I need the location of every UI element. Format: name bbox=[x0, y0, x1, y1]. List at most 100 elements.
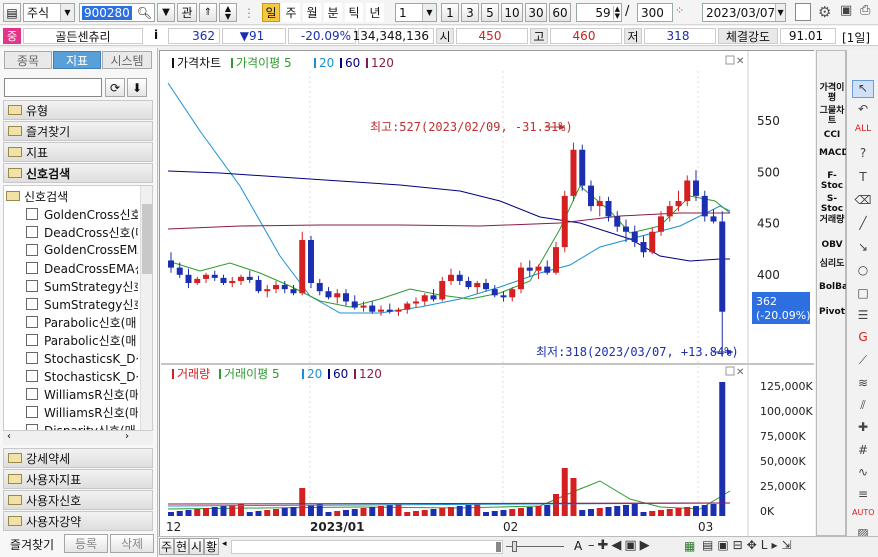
spin-icon[interactable]: ▲ ▼ bbox=[612, 5, 621, 20]
tab-status[interactable]: 황 bbox=[204, 538, 219, 555]
grid-icon[interactable]: # bbox=[852, 443, 874, 461]
interval-select[interactable]: 1 ▼ bbox=[395, 3, 437, 22]
all-erase-icon[interactable]: ALL bbox=[852, 124, 874, 142]
tab-indicators[interactable]: 지표 bbox=[53, 51, 101, 69]
dropdown-button[interactable]: ▼ bbox=[157, 3, 175, 22]
channel-icon[interactable]: ⫽ bbox=[852, 398, 874, 416]
delete-button[interactable]: 삭제 bbox=[110, 534, 154, 553]
indicator-net[interactable]: 그물차트 bbox=[819, 106, 845, 126]
folder-user-signals[interactable]: 사용자신호 bbox=[3, 490, 153, 510]
tree-item[interactable]: DeadCross신호(매 bbox=[26, 223, 138, 241]
checkbox[interactable] bbox=[26, 226, 38, 238]
arrow-line-icon[interactable]: ↘ bbox=[852, 240, 874, 258]
horizontal-lines-icon[interactable]: ☰ bbox=[852, 308, 874, 326]
period-month-button[interactable]: 월 bbox=[303, 3, 321, 22]
tab-current[interactable]: 현 bbox=[174, 538, 189, 555]
period-day-button[interactable]: 일 bbox=[262, 3, 280, 22]
download-icon[interactable]: ⬇ bbox=[127, 78, 147, 97]
checkbox[interactable] bbox=[26, 280, 38, 292]
refresh-icon[interactable]: ⟳ bbox=[105, 78, 125, 97]
checkbox[interactable] bbox=[26, 244, 38, 256]
chart-tools-icons[interactable]: ▤▣⊟✥L▸⇲ bbox=[702, 538, 796, 552]
tree-item[interactable]: SumStrategy신호 bbox=[26, 277, 138, 295]
checkbox[interactable] bbox=[26, 352, 38, 364]
indicator-volume[interactable]: 거래량 bbox=[819, 215, 845, 225]
indicator-sstoc[interactable]: S-Stoc bbox=[819, 194, 845, 214]
code-input[interactable]: 900280 🔍︎ bbox=[79, 3, 155, 22]
folder-favorites[interactable]: 즐겨찾기 bbox=[3, 121, 153, 141]
checkbox[interactable] bbox=[26, 334, 38, 346]
text-icon[interactable]: T bbox=[852, 170, 874, 188]
date-select[interactable]: 2023/03/07 ▼ bbox=[702, 3, 786, 22]
folder-indicators[interactable]: 지표 bbox=[3, 142, 153, 162]
indicator-pivot[interactable]: Pivot bbox=[819, 307, 845, 317]
eraser-icon[interactable]: ⌫ bbox=[852, 193, 874, 211]
zoom-controls[interactable]: –✚◀▣▶ bbox=[588, 538, 653, 553]
checkbox[interactable] bbox=[26, 298, 38, 310]
horizontal-scrollbar[interactable] bbox=[231, 540, 503, 554]
cursor-icon[interactable]: ↖ bbox=[852, 80, 874, 98]
tab-market[interactable]: 시 bbox=[189, 538, 204, 555]
chart-area[interactable]: 가격차트 가격이평 5 20 60 120 거래량 거래이평 5 20 60 120 최고:527… bbox=[159, 50, 815, 537]
period-minute-button[interactable]: 분 bbox=[324, 3, 342, 22]
wave-icon[interactable]: ∿ bbox=[852, 465, 874, 483]
help-icon[interactable]: ? bbox=[852, 146, 874, 164]
market-select[interactable]: 주식 ▼ bbox=[23, 3, 75, 22]
cross-icon[interactable]: ✚ bbox=[852, 420, 874, 438]
indicator-bolband[interactable]: BolBand bbox=[819, 282, 861, 292]
stock-chart[interactable]: 가격차트 가격이평 5 20 60 120 거래량 거래이평 5 20 60 120 최고:527… bbox=[160, 51, 815, 537]
indicator-ma[interactable]: 가격이평 bbox=[819, 83, 845, 103]
auto-icon[interactable]: AUTO bbox=[852, 508, 875, 526]
tree-item[interactable]: SumStrategy신호 bbox=[26, 295, 138, 313]
tab-stock-info[interactable]: 주 bbox=[159, 538, 174, 555]
checkbox[interactable] bbox=[26, 370, 38, 382]
favorites-button[interactable]: 즐겨찾기 bbox=[3, 534, 61, 554]
folder-type[interactable]: 유형 bbox=[3, 100, 153, 120]
up-arrow-button[interactable]: ⇑ bbox=[199, 3, 217, 22]
checkbox[interactable] bbox=[26, 388, 38, 400]
fibonacci-icon[interactable]: ≋ bbox=[852, 376, 874, 394]
tab-system[interactable]: 시스템 bbox=[102, 51, 152, 69]
rectangle-icon[interactable]: □ bbox=[852, 286, 874, 304]
circle-icon[interactable]: ○ bbox=[852, 263, 874, 281]
level-icon[interactable]: ≡ bbox=[852, 487, 874, 505]
gear-icon[interactable]: ⚙ bbox=[818, 3, 836, 21]
menu-icon[interactable]: ▤ bbox=[3, 3, 21, 22]
spin-button[interactable]: ▲ ▼ bbox=[219, 3, 237, 22]
tree-item[interactable]: DeadCrossEMA신 bbox=[26, 259, 138, 277]
line-icon[interactable]: ╱ bbox=[852, 216, 874, 234]
quick-1-button[interactable]: 1 bbox=[441, 3, 459, 22]
tab-stocks[interactable]: 종목 bbox=[4, 51, 52, 69]
checkbox[interactable] bbox=[26, 208, 38, 220]
checkbox[interactable] bbox=[26, 406, 38, 418]
tree-item[interactable]: StochasticsK_D신 bbox=[26, 349, 138, 367]
tree-item[interactable]: WilliamsR신호(매 bbox=[26, 403, 138, 421]
undo-icon[interactable]: ↶ bbox=[852, 102, 874, 120]
quick-10-button[interactable]: 10 bbox=[501, 3, 523, 22]
indicator-psych[interactable]: 심리도 bbox=[819, 259, 845, 269]
tree-item[interactable]: StochasticsK_D신 bbox=[26, 367, 138, 385]
tree-item[interactable]: Parabolic신호(매 bbox=[26, 313, 138, 331]
info-icon[interactable]: i bbox=[150, 28, 162, 44]
folder-user-strength[interactable]: 사용자강약 bbox=[3, 511, 153, 531]
checkbox[interactable] bbox=[26, 316, 38, 328]
zoom-slider[interactable] bbox=[506, 539, 566, 555]
tree-root[interactable]: 신호검색 bbox=[6, 187, 68, 205]
register-button[interactable]: 등록 bbox=[64, 534, 108, 553]
quick-30-button[interactable]: 30 bbox=[525, 3, 547, 22]
save-icon[interactable]: ▣ bbox=[840, 3, 856, 21]
folder-user-indicators[interactable]: 사용자지표 bbox=[3, 469, 153, 489]
excel-icon[interactable]: ▦ bbox=[684, 539, 697, 553]
window-icon[interactable] bbox=[795, 3, 811, 21]
horizontal-scrollbar[interactable]: ‹ › bbox=[3, 431, 153, 445]
scroll-left-icon[interactable]: ◂ bbox=[222, 539, 231, 554]
chevron-left-icon[interactable]: ‹ bbox=[7, 431, 11, 442]
folder-signal-search[interactable]: 신호검색 bbox=[3, 163, 153, 183]
folder-strength[interactable]: 강세약세 bbox=[3, 448, 153, 468]
quick-3-button[interactable]: 3 bbox=[461, 3, 479, 22]
tree-item[interactable]: GoldenCross신호 bbox=[26, 205, 138, 223]
quick-60-button[interactable]: 60 bbox=[549, 3, 571, 22]
tree-item[interactable]: Parabolic신호(매 bbox=[26, 331, 138, 349]
vertical-scrollbar[interactable] bbox=[140, 186, 152, 430]
checkbox[interactable] bbox=[26, 262, 38, 274]
